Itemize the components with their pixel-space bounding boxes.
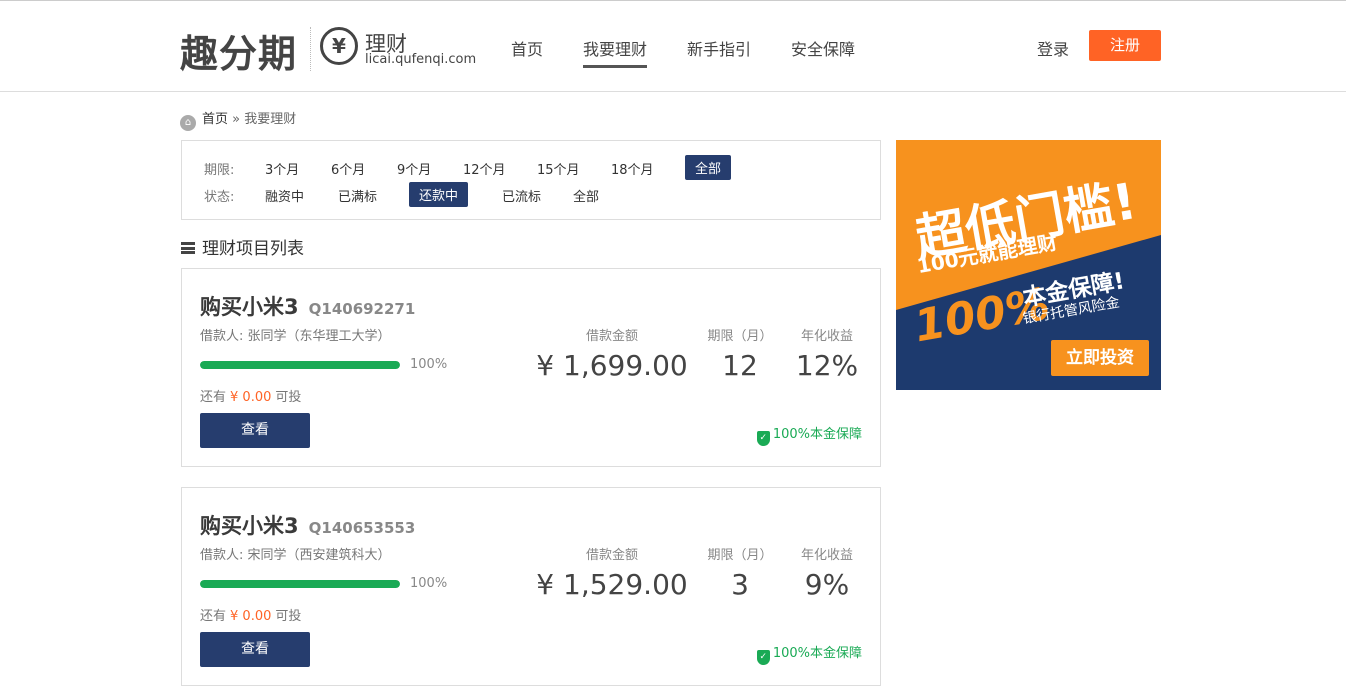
status-option[interactable]: 已流标 [502,186,541,205]
project-name[interactable]: 购买小米3 Q140653553 [200,510,415,540]
status-option[interactable]: 全部 [573,186,599,205]
loan-term: 3 [731,568,749,601]
progress-bar [200,361,400,369]
project-title[interactable]: 购买小米3 [200,295,299,319]
status-option-selected[interactable]: 还款中 [409,182,469,207]
period-option[interactable]: 12个月 [463,159,506,178]
remain-suffix: 可投 [275,609,302,624]
period-option[interactable]: 6个月 [331,159,365,178]
amount-header: 借款金额 [585,548,638,563]
project-card: 购买小米3 Q140653553 借款人: 宋同学（西安建筑科大） 100% 还有… [181,487,881,686]
progress-bar [200,580,400,588]
remaining-amount: 还有 ¥ 0.00 可投 [200,605,301,624]
remaining-amount: 还有 ¥ 0.00 可投 [200,386,301,405]
view-button[interactable]: 查看 [200,413,310,448]
period-option[interactable]: 3个月 [265,159,299,178]
filter-panel: 期限: 3个月 6个月 9个月 12个月 15个月 18个月 全部 状态: 融资… [181,140,881,220]
guarantee-text: 100%本金保障 [772,646,862,661]
borrower-info: 借款人: 宋同学（西安建筑科大） [200,548,391,563]
loan-amount: ¥ 1,529.00 [536,568,688,601]
guarantee-badge: ✓ 100%本金保障 [756,642,862,665]
period-label: 期限: [204,163,235,178]
project-list-title: 理财项目列表 [202,239,304,259]
licai-url: licai.qufenqi.com [365,52,477,67]
loan-amount: ¥ 1,699.00 [536,349,688,382]
annual-rate: 9% [804,568,850,601]
guarantee-badge: ✓ 100%本金保障 [756,423,862,446]
progress-percent: 100% [410,357,448,372]
brand-logo[interactable]: 趣分期 [180,23,297,78]
project-title[interactable]: 购买小米3 [200,514,299,538]
promo-banner[interactable]: 超低门槛! 100元就能理财 100% 本金保障! 银行托管风险金 立即投资 [896,140,1161,390]
remain-value: ¥ 0.00 [230,609,272,624]
progress-percent: 100% [410,576,448,591]
period-option[interactable]: 9个月 [397,159,431,178]
loan-term: 12 [722,349,758,382]
remain-prefix: 还有 [200,609,227,624]
brand-divider [310,27,311,71]
progress-fill [200,580,400,588]
status-option[interactable]: 融资中 [265,186,304,205]
register-button[interactable]: 注册 [1089,30,1161,61]
view-button[interactable]: 查看 [200,632,310,667]
remain-prefix: 还有 [200,390,227,405]
rate-header: 年化收益 [800,548,853,563]
progress-fill [200,361,400,369]
breadcrumb-home[interactable]: 首页 [202,112,228,127]
annual-rate: 12% [795,349,859,382]
guarantee-text: 100%本金保障 [772,427,862,442]
period-option[interactable]: 18个月 [611,159,654,178]
project-code: Q140653553 [308,519,416,537]
list-icon [181,242,195,254]
breadcrumb-separator: » [232,112,241,127]
remain-value: ¥ 0.00 [230,390,272,405]
borrower-info: 借款人: 张同学（东华理工大学） [200,329,391,344]
breadcrumb: ⌂ 首页 » 我要理财 [180,108,296,131]
status-label: 状态: [204,190,235,205]
login-link[interactable]: 登录 [1037,36,1069,60]
status-option[interactable]: 已满标 [338,186,377,205]
amount-header: 借款金额 [585,329,638,344]
period-option-selected[interactable]: 全部 [685,155,732,180]
rate-header: 年化收益 [800,329,853,344]
breadcrumb-current: 我要理财 [244,112,297,127]
invest-now-button[interactable]: 立即投资 [1051,340,1149,376]
home-icon[interactable]: ⌂ [180,115,196,131]
term-header: 期限（月） [707,548,773,563]
project-list-heading: 理财项目列表 [181,234,304,259]
remain-suffix: 可投 [275,390,302,405]
nav-guide[interactable]: 新手指引 [687,36,751,60]
shield-check-icon: ✓ [756,431,770,446]
nav-home[interactable]: 首页 [511,36,543,60]
nav-security[interactable]: 安全保障 [791,36,855,60]
project-code: Q140692271 [308,300,416,318]
term-header: 期限（月） [707,329,773,344]
yen-icon: ¥ [320,27,358,65]
site-header: 趣分期 ¥ 理财 licai.qufenqi.com 首页 我要理财 新手指引 … [0,1,1346,92]
project-card: 购买小米3 Q140692271 借款人: 张同学（东华理工大学） 100% 还有… [181,268,881,467]
nav-invest[interactable]: 我要理财 [583,36,648,68]
project-name[interactable]: 购买小米3 Q140692271 [200,291,415,321]
period-option[interactable]: 15个月 [537,159,580,178]
